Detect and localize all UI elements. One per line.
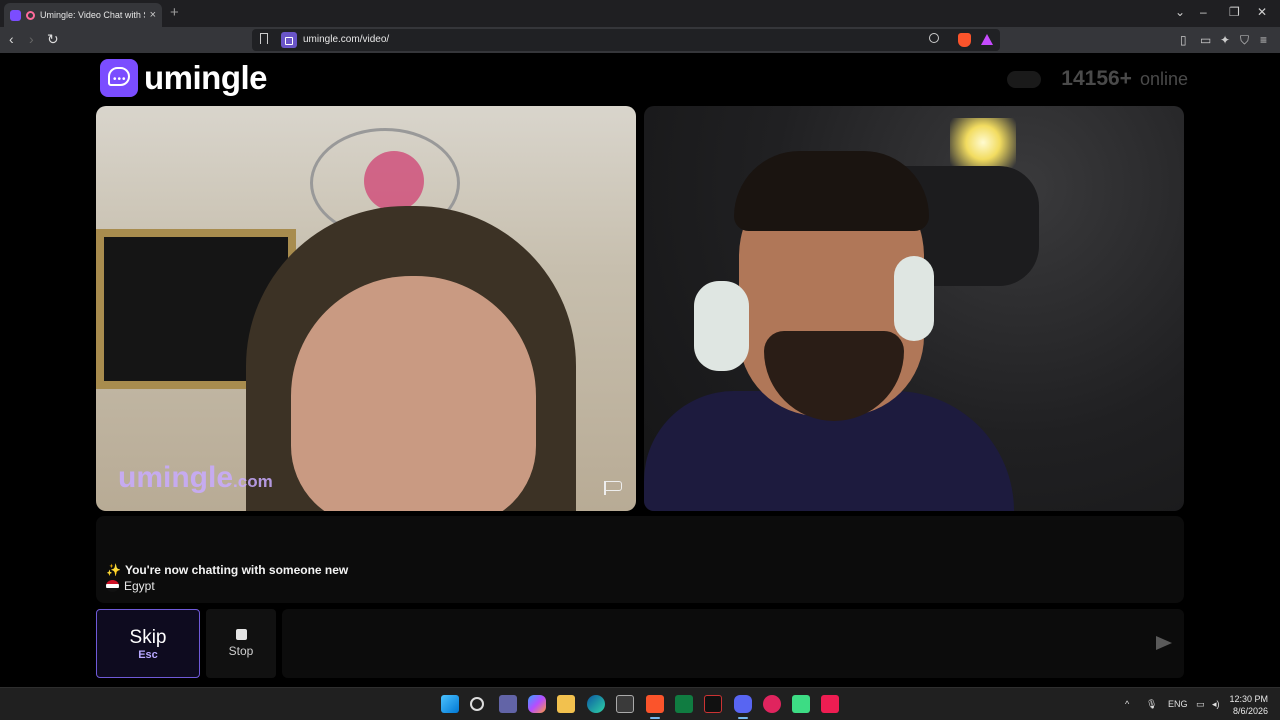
browser-tab[interactable]: Umingle: Video Chat with Str ×: [4, 3, 162, 27]
online-count: 14156+: [1061, 67, 1132, 90]
tab-search-dropdown-button[interactable]: ⌄: [1175, 5, 1185, 19]
online-toggle[interactable]: [1007, 70, 1042, 88]
umingle-page: ••• umingle 14156+ online umingle.com ✨: [0, 53, 1280, 707]
stop-label: Stop: [228, 644, 254, 658]
tab-audio-icon[interactable]: [26, 10, 35, 20]
site-camera-icon[interactable]: [281, 32, 297, 48]
stranger-video: umingle.com: [96, 106, 636, 511]
forward-button[interactable]: ›: [29, 31, 34, 47]
umingle-watermark: umingle.com: [118, 461, 273, 495]
headphone-right: [894, 256, 934, 341]
stop-button[interactable]: Stop: [206, 609, 276, 678]
brave-shields-icon[interactable]: [958, 33, 971, 47]
umingle-logo[interactable]: ••• umingle: [100, 59, 268, 97]
reload-button[interactable]: ↻: [47, 31, 59, 48]
discord-icon[interactable]: [734, 695, 752, 719]
watermark-text: umingle: [118, 461, 234, 494]
browser-tab-bar: Umingle: Video Chat with Str × + ⌄ – ❐ ✕: [0, 0, 1280, 27]
brave-icon[interactable]: [646, 695, 664, 719]
egypt-flag-icon: [106, 580, 119, 592]
headphone-left: [694, 281, 749, 371]
vpn-icon[interactable]: ⛉: [1240, 33, 1249, 48]
sparkles-icon: ✨: [106, 563, 121, 577]
system-clock[interactable]: 12:30 PM 8/6/2026: [1229, 693, 1268, 717]
menu-icon[interactable]: ≡: [1260, 33, 1267, 47]
store-icon[interactable]: [616, 695, 634, 713]
self-video: [644, 106, 1184, 511]
skip-button[interactable]: Skip Esc: [96, 609, 200, 678]
self-hair: [734, 151, 929, 231]
window-restore-button[interactable]: ❐: [1229, 5, 1240, 19]
url-text[interactable]: umingle.com/video/: [303, 34, 389, 45]
excel-icon[interactable]: [675, 695, 693, 713]
teams-icon[interactable]: [499, 695, 517, 713]
report-flag-icon[interactable]: [604, 481, 622, 495]
clock-time: 12:30 PM: [1229, 694, 1268, 704]
chat-bubble-icon: •••: [100, 59, 138, 97]
start-icon[interactable]: [441, 695, 459, 713]
window-minimize-button[interactable]: –: [1200, 5, 1207, 19]
leo-ai-icon[interactable]: ✦: [1220, 33, 1230, 47]
zoom-icon[interactable]: [929, 33, 939, 43]
clock-date: 8/6/2026: [1232, 706, 1268, 716]
address-bar[interactable]: umingle.com/video/: [252, 29, 1000, 51]
app-red-icon[interactable]: [763, 695, 781, 713]
umingle-favicon-icon: [10, 9, 21, 21]
file-explorer-icon[interactable]: [557, 695, 575, 713]
watermark-domain: .com: [233, 472, 273, 491]
new-tab-button[interactable]: +: [170, 4, 179, 21]
back-button[interactable]: ‹: [9, 31, 14, 47]
edge-icon[interactable]: [587, 695, 605, 713]
language-indicator[interactable]: ENG: [1168, 699, 1188, 709]
browser-toolbar: ‹ › ↻ umingle.com/video/ ▯ ▭ ✦ ⛉ ≡: [0, 27, 1280, 53]
country-name: Egypt: [124, 579, 155, 593]
stop-icon: [235, 629, 247, 640]
fan-blade: [364, 151, 424, 211]
search-icon[interactable]: [470, 697, 484, 711]
wallet-icon[interactable]: ▭: [1200, 33, 1211, 47]
bookmark-icon[interactable]: [260, 33, 268, 44]
stranger-face: [291, 276, 536, 511]
window-close-button[interactable]: ✕: [1257, 5, 1267, 19]
skip-shortcut: Esc: [138, 648, 158, 661]
system-message: ✨ You're now chatting with someone new: [106, 563, 348, 577]
send-icon[interactable]: [1156, 636, 1172, 650]
stranger-country: Egypt: [106, 579, 155, 593]
skip-label: Skip: [129, 626, 167, 648]
volume-icon[interactable]: ◂): [1212, 699, 1220, 710]
sidebar-icon[interactable]: ▯: [1180, 33, 1187, 47]
copilot-icon[interactable]: [528, 695, 546, 713]
tab-close-button[interactable]: ×: [150, 9, 156, 21]
show-hidden-icons-icon[interactable]: ^: [1125, 699, 1129, 709]
system-message-text: You're now chatting with someone new: [124, 563, 349, 577]
windows-taskbar: ^ 🎙 ENG ▭ ◂) 12:30 PM 8/6/2026: [0, 687, 1280, 720]
online-label: online: [1139, 69, 1188, 89]
tab-title: Umingle: Video Chat with Str: [40, 10, 145, 20]
network-icon[interactable]: ▭: [1196, 699, 1205, 710]
android-icon[interactable]: [792, 695, 810, 713]
tiktok-icon[interactable]: [821, 695, 839, 713]
chat-log: ✨ You're now chatting with someone new E…: [96, 516, 1184, 603]
microphone-icon[interactable]: 🎙: [1146, 699, 1157, 710]
logo-text: umingle: [144, 59, 268, 96]
message-input[interactable]: [282, 609, 1184, 678]
brave-rewards-icon[interactable]: [981, 34, 993, 45]
online-indicator: 14156+ online: [1007, 67, 1188, 91]
capcut-icon[interactable]: [704, 695, 722, 713]
